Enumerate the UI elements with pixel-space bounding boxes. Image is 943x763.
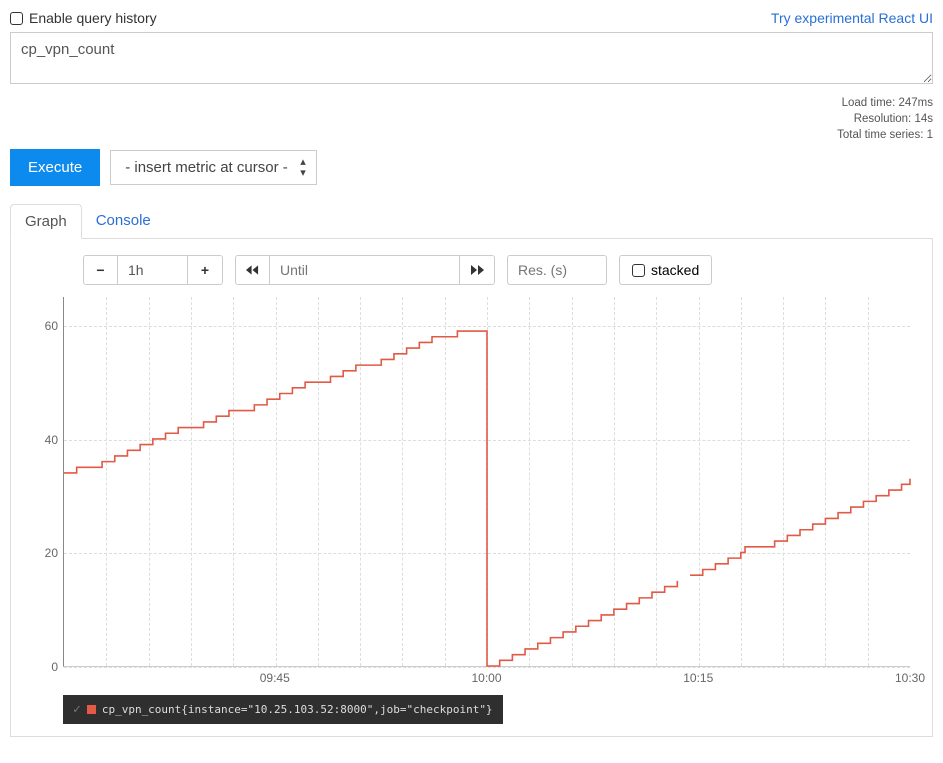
y-axis-label: 60 [34, 319, 58, 333]
x-axis-label: 09:45 [260, 671, 290, 685]
checkbox-icon [10, 12, 23, 25]
until-fwd-button[interactable] [460, 256, 494, 284]
range-minus-button[interactable]: − [84, 256, 118, 284]
stacked-toggle[interactable]: stacked [619, 255, 712, 285]
meta-total-series: Total time series: 1 [10, 127, 933, 143]
tab-graph[interactable]: Graph [10, 204, 82, 239]
meta-load-time: Load time: 247ms [10, 95, 933, 111]
resolution-input[interactable] [507, 255, 607, 285]
tab-console[interactable]: Console [82, 204, 165, 238]
y-axis-label: 40 [34, 433, 58, 447]
x-axis-label: 10:15 [683, 671, 713, 685]
rewind-icon [246, 265, 259, 275]
forward-icon [470, 265, 484, 275]
until-group [235, 255, 495, 285]
metric-select[interactable]: - insert metric at cursor - ▴▾ [110, 150, 317, 185]
execute-button[interactable]: Execute [10, 149, 100, 186]
range-plus-button[interactable]: + [188, 256, 222, 284]
metric-select-label: - insert metric at cursor - [125, 159, 288, 176]
until-back-button[interactable] [236, 256, 270, 284]
check-icon: ✓ [73, 702, 81, 717]
legend[interactable]: ✓ cp_vpn_count{instance="10.25.103.52:80… [63, 695, 503, 724]
enable-history-checkbox[interactable]: Enable query history [10, 10, 157, 26]
meta-resolution: Resolution: 14s [10, 111, 933, 127]
x-axis-label: 10:30 [895, 671, 925, 685]
range-group: − + [83, 255, 223, 285]
checkbox-icon [632, 264, 645, 277]
y-axis-label: 20 [34, 546, 58, 560]
stacked-label: stacked [651, 262, 699, 278]
query-meta: Load time: 247ms Resolution: 14s Total t… [10, 95, 933, 143]
range-input[interactable] [118, 256, 188, 284]
graph-panel: − + stacked 0 20 40 60 09:45 10:00 10:15 10:30… [10, 239, 933, 737]
x-axis-label: 10:00 [471, 671, 501, 685]
y-axis-label: 0 [34, 660, 58, 674]
legend-label: cp_vpn_count{instance="10.25.103.52:8000… [102, 703, 493, 716]
query-input[interactable] [10, 32, 933, 84]
series-line [64, 297, 910, 666]
chevron-updown-icon: ▴▾ [300, 157, 306, 179]
enable-history-label: Enable query history [29, 10, 157, 26]
legend-swatch [87, 705, 96, 714]
until-input[interactable] [270, 256, 460, 284]
react-ui-link[interactable]: Try experimental React UI [771, 10, 933, 26]
chart: 0204060 09:4510:0010:1510:30 [63, 297, 910, 689]
